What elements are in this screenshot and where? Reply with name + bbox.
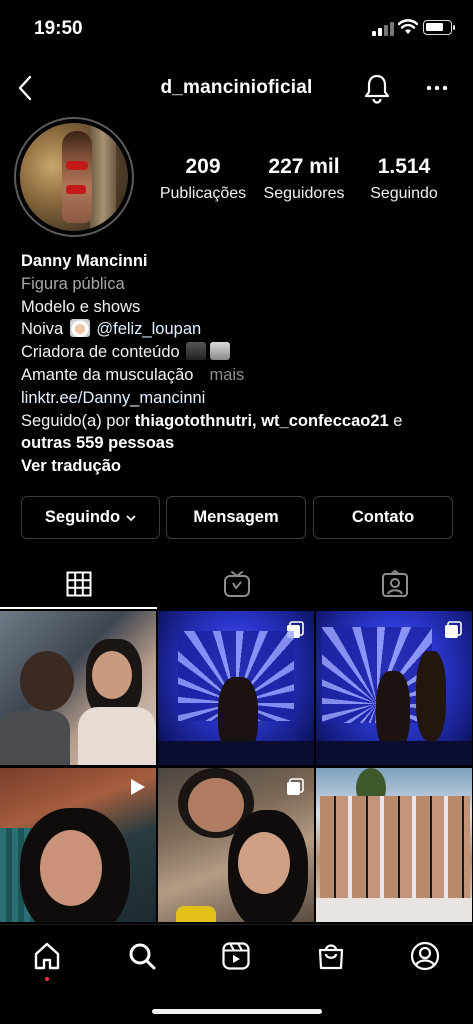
followed-by-and: e bbox=[393, 411, 403, 430]
notification-bell-icon[interactable] bbox=[362, 72, 392, 104]
tab-tagged[interactable] bbox=[316, 560, 473, 608]
followed-by-users: thiagotothnutri, wt_confeccao21 bbox=[134, 411, 389, 430]
avatar-figure bbox=[62, 131, 92, 223]
bio-text: Amante da musculação bbox=[21, 365, 194, 384]
message-button[interactable]: Mensagem bbox=[166, 496, 306, 539]
more-options-icon[interactable] bbox=[424, 78, 450, 98]
bio-website-link[interactable]: linktr.ee/Danny_mancinni bbox=[21, 387, 461, 410]
see-translation-link[interactable]: Ver tradução bbox=[21, 457, 121, 475]
video-camera-emoji-icon bbox=[186, 342, 207, 361]
bio-line-workout: Amante da musculação mais bbox=[21, 364, 461, 387]
status-bar: 19:50 bbox=[0, 0, 473, 58]
nav-profile[interactable] bbox=[408, 939, 442, 973]
followers-count: 227 mil bbox=[268, 155, 340, 178]
followed-by-others[interactable]: outras 559 pessoas bbox=[21, 434, 174, 452]
home-indicator[interactable] bbox=[152, 1009, 322, 1014]
followers-stat[interactable]: 227 mil Seguidores bbox=[255, 155, 353, 203]
avatar-detail bbox=[66, 161, 88, 170]
avatar-detail bbox=[66, 185, 86, 194]
search-icon bbox=[129, 943, 156, 970]
mention-link[interactable]: @feliz_loupan bbox=[96, 320, 201, 338]
nav-shop[interactable] bbox=[314, 939, 348, 973]
following-count: 1.514 bbox=[377, 155, 431, 178]
camera-flash-emoji-icon bbox=[210, 342, 231, 361]
bottom-navigation bbox=[0, 924, 473, 1024]
battery-tip bbox=[453, 25, 455, 30]
profile-tabs bbox=[0, 560, 473, 608]
grid-post[interactable] bbox=[158, 768, 314, 922]
chevron-down-icon bbox=[126, 514, 136, 521]
reel-play-icon bbox=[131, 779, 145, 795]
followed-by-line[interactable]: Seguido(a) por thiagotothnutri, wt_confe… bbox=[21, 410, 461, 433]
profile-header: d_mancinioficial bbox=[0, 66, 473, 112]
profile-avatar[interactable] bbox=[20, 123, 128, 231]
following-button[interactable]: Seguindo bbox=[21, 496, 160, 539]
carousel-icon bbox=[287, 778, 304, 795]
reels-icon bbox=[222, 942, 250, 970]
contact-button[interactable]: Contato bbox=[313, 496, 453, 539]
shop-icon bbox=[318, 944, 344, 970]
bio-line-mention: Noiva @feliz_loupan bbox=[21, 318, 461, 341]
bio-line-content: Criadora de conteúdo bbox=[21, 341, 461, 364]
carousel-icon bbox=[445, 621, 462, 638]
igtv-icon bbox=[223, 571, 250, 597]
nav-reels[interactable] bbox=[219, 939, 253, 973]
grid-post[interactable] bbox=[158, 611, 314, 765]
posts-label: Publicações bbox=[159, 185, 247, 202]
grid-icon bbox=[66, 571, 91, 597]
grid-post[interactable] bbox=[0, 611, 156, 765]
profile-display-name: Danny Mancinni bbox=[21, 252, 148, 270]
message-button-label: Mensagem bbox=[193, 508, 279, 526]
grid-post[interactable] bbox=[316, 611, 472, 765]
tab-active-indicator bbox=[0, 607, 157, 609]
tagged-icon bbox=[381, 570, 408, 597]
notification-dot bbox=[45, 977, 49, 981]
bio-more-link[interactable]: mais bbox=[209, 366, 244, 384]
profile-username: d_mancinioficial bbox=[160, 77, 313, 98]
following-button-label: Seguindo bbox=[44, 508, 121, 526]
bride-emoji-icon bbox=[69, 319, 90, 338]
bio-text: Criadora de conteúdo bbox=[21, 343, 180, 362]
profile-icon bbox=[410, 941, 440, 971]
posts-grid bbox=[0, 611, 473, 923]
avatar-tree-trunk bbox=[90, 123, 116, 231]
followers-label: Seguidores bbox=[263, 185, 345, 202]
tab-posts-grid[interactable] bbox=[0, 560, 157, 608]
following-label: Seguindo bbox=[370, 185, 438, 202]
posts-stat[interactable]: 209 Publicações bbox=[153, 155, 253, 203]
home-icon bbox=[34, 942, 60, 970]
followed-by-prefix: Seguido(a) por bbox=[21, 411, 131, 430]
nav-search[interactable] bbox=[125, 939, 159, 973]
profile-bio: Danny Mancinni Figura pública Modelo e s… bbox=[21, 250, 461, 478]
cellular-signal-icon bbox=[372, 22, 394, 36]
bio-text: Noiva bbox=[21, 320, 64, 339]
posts-count: 209 bbox=[185, 155, 221, 178]
status-time: 19:50 bbox=[34, 18, 83, 39]
following-stat[interactable]: 1.514 Seguindo bbox=[362, 155, 446, 203]
grid-post[interactable] bbox=[0, 768, 156, 922]
nav-home[interactable] bbox=[30, 939, 64, 973]
profile-category: Figura pública bbox=[21, 274, 125, 293]
tab-igtv[interactable] bbox=[158, 560, 315, 608]
bio-line: Modelo e shows bbox=[21, 297, 141, 316]
contact-button-label: Contato bbox=[351, 508, 415, 526]
grid-post[interactable] bbox=[316, 768, 472, 922]
wifi-icon bbox=[398, 19, 418, 34]
battery-icon bbox=[423, 20, 452, 35]
